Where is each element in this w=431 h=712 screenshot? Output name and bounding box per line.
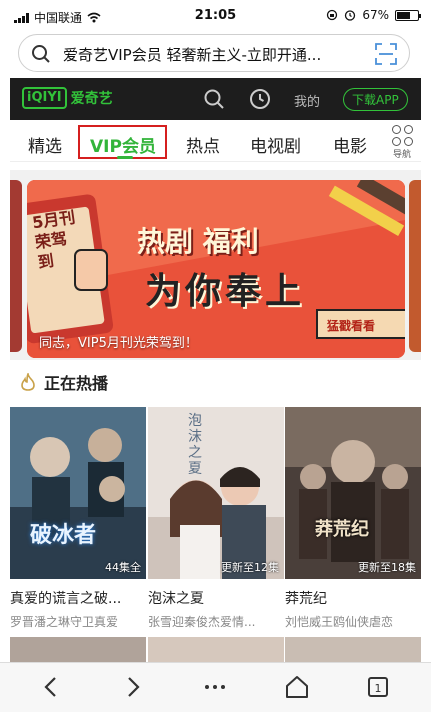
show-poster[interactable]: 破冰者 44集全 bbox=[10, 407, 146, 579]
show-poster[interactable]: 莽荒纪 更新至18集 bbox=[285, 407, 421, 579]
tab-movie[interactable]: 电影 bbox=[333, 132, 367, 157]
nav-menu-button[interactable]: 导航 bbox=[389, 125, 415, 160]
brand-name: 爱奇艺 bbox=[70, 91, 113, 107]
tab-tv[interactable]: 电视剧 bbox=[250, 132, 301, 157]
tabs-icon[interactable]: 1 bbox=[366, 674, 390, 700]
flame-icon bbox=[21, 373, 35, 391]
nav-label: 导航 bbox=[392, 150, 411, 160]
banner-stamp: 猛戳看看 bbox=[327, 319, 376, 333]
forward-icon[interactable] bbox=[122, 674, 144, 700]
show-title[interactable]: 莽荒纪 bbox=[285, 588, 421, 608]
banner-headline-2: 为你奉上 bbox=[145, 271, 306, 312]
show-subtitle: 刘恺威王鸥仙侠虐恋 bbox=[285, 615, 394, 629]
history-icon[interactable] bbox=[248, 87, 272, 111]
address-text[interactable]: 爱奇艺VIP会员 轻奢新主义-立即开通... bbox=[63, 44, 353, 65]
search-icon[interactable] bbox=[203, 88, 225, 110]
section-title: 正在热播 bbox=[44, 374, 109, 393]
mine-link[interactable]: 我的 bbox=[294, 91, 320, 110]
search-icon bbox=[32, 45, 50, 63]
banner-corner-text: 5月刊荣驾到 bbox=[31, 207, 77, 272]
episode-badge: 44集全 bbox=[105, 561, 141, 574]
prev-banner-peek[interactable] bbox=[10, 180, 22, 352]
status-bar: 中国联通 21:05 67% bbox=[0, 0, 431, 30]
browser-toolbar: 1 bbox=[0, 662, 431, 712]
show-card[interactable]: 破冰者 44集全 真爱的谎言之破... 罗晋潘之琳守卫真爱 bbox=[10, 407, 146, 630]
category-tabs: 精选 VIP会员 热点 电视剧 电影 导航 bbox=[10, 120, 421, 162]
more-icon[interactable] bbox=[202, 674, 228, 700]
alarm-icon bbox=[345, 10, 356, 21]
battery-percent: 67% bbox=[362, 8, 389, 22]
poster-title-art: 莽荒纪 bbox=[315, 519, 369, 540]
show-title[interactable]: 泡沫之夏 bbox=[148, 588, 284, 608]
poster-title-art: 破冰者 bbox=[30, 523, 97, 548]
iqiyi-logo[interactable]: iQIYI 爱奇艺 bbox=[22, 87, 113, 109]
address-bar[interactable]: 爱奇艺VIP会员 轻奢新主义-立即开通... bbox=[18, 34, 410, 72]
banner-caption: 同志，VIP5月刊光荣驾到！ bbox=[39, 336, 198, 351]
active-tab-indicator bbox=[117, 156, 133, 159]
grid-icon bbox=[391, 125, 413, 146]
banner-headline-1: 热剧 福利 bbox=[137, 225, 259, 258]
poster-title-art: 泡沫之夏 bbox=[188, 413, 202, 477]
download-app-button[interactable]: 下载APP bbox=[343, 88, 408, 111]
tab-jingxuan[interactable]: 精选 bbox=[28, 132, 62, 157]
rotation-lock-icon bbox=[327, 9, 338, 21]
home-icon[interactable] bbox=[284, 674, 310, 700]
show-card[interactable]: 泡沫之夏 更新至12集 泡沫之夏 张雪迎秦俊杰爱情... bbox=[148, 407, 284, 630]
site-header: iQIYI 爱奇艺 我的 下载APP bbox=[10, 78, 421, 120]
show-subtitle: 罗晋潘之琳守卫真爱 bbox=[10, 615, 119, 629]
tab-redian[interactable]: 热点 bbox=[186, 132, 220, 157]
battery-icon bbox=[395, 9, 421, 21]
highlight-box bbox=[78, 125, 167, 159]
show-poster[interactable]: 泡沫之夏 更新至12集 bbox=[148, 407, 284, 579]
next-banner-peek[interactable] bbox=[409, 180, 421, 352]
show-card[interactable]: 莽荒纪 更新至18集 莽荒纪 刘恺威王鸥仙侠虐恋 bbox=[285, 407, 421, 630]
show-subtitle: 张雪迎秦俊杰爱情... bbox=[148, 615, 256, 629]
banner-slide[interactable]: 5月刊荣驾到 热剧 福利 为你奉上 猛戳看看 同志，VIP5月刊光荣驾到！ bbox=[27, 180, 405, 358]
back-icon[interactable] bbox=[40, 674, 62, 700]
section-header: 正在热播 bbox=[20, 370, 108, 394]
scan-icon[interactable] bbox=[375, 43, 397, 65]
svg-text:1: 1 bbox=[375, 682, 382, 695]
show-title[interactable]: 真爱的谎言之破... bbox=[10, 588, 146, 608]
episode-badge: 更新至12集 bbox=[221, 561, 279, 574]
episode-badge: 更新至18集 bbox=[358, 561, 416, 574]
